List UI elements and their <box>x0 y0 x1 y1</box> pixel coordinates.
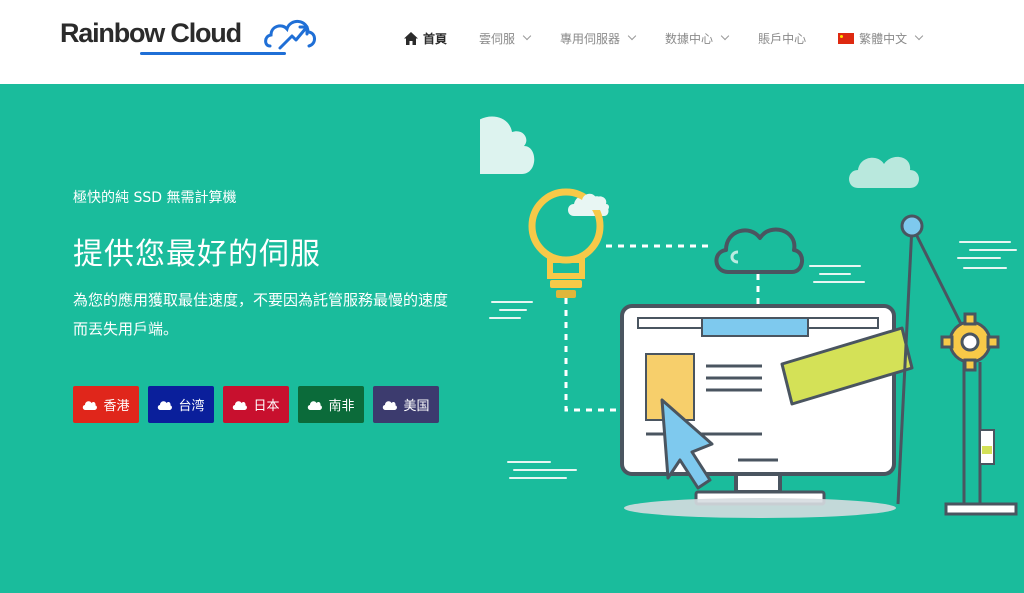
rainbow-cloud-logo[interactable]: Rainbow Cloud <box>60 14 316 58</box>
crane-gear-icon <box>896 214 1018 516</box>
location-button-usa[interactable]: 美国 <box>373 386 439 423</box>
hero-subhead: 極快的純 SSD 無需計算機 <box>73 190 237 206</box>
location-label: 香港 <box>103 399 130 414</box>
hero-description: 為您的應用獲取最佳速度，不要因為託管服務最慢的速度而丟失用戶端。 <box>73 291 449 338</box>
cloud-icon <box>308 401 323 410</box>
site-header: Rainbow Cloud 首頁 雲伺服 專用伺服器 数據中心 賬戶中心 繁體中… <box>0 0 1024 84</box>
chevron-down-icon <box>914 31 924 41</box>
nav-label-dedicated-server: 專用伺服器 <box>560 31 621 46</box>
location-button-hong-kong[interactable]: 香港 <box>73 386 139 423</box>
cloud-icon <box>233 401 248 410</box>
location-label: 美国 <box>403 399 430 414</box>
chevron-down-icon <box>627 31 637 41</box>
cloud-illustration-small <box>849 156 919 188</box>
cloud-icon <box>83 401 98 410</box>
nav-label-data-center: 数據中心 <box>665 31 714 46</box>
chevron-down-icon <box>522 31 532 41</box>
location-button-taiwan[interactable]: 台湾 <box>148 386 214 423</box>
nav-item-cloud-server[interactable]: 雲伺服 <box>479 30 532 47</box>
hero-section: 極快的純 SSD 無需計算機 提供您最好的伺服 為您的應用獲取最佳速度，不要因為… <box>0 84 1024 593</box>
home-icon <box>404 31 418 45</box>
cloud-illustration-large <box>480 116 535 174</box>
cloud-server-icon <box>714 227 804 274</box>
logo-cloud-icon <box>264 20 316 50</box>
cloud-icon <box>158 401 173 410</box>
location-label: 台湾 <box>178 399 205 414</box>
chevron-down-icon <box>720 31 730 41</box>
location-label: 南非 <box>328 399 355 414</box>
location-button-japan[interactable]: 日本 <box>223 386 289 423</box>
nav-label-home: 首頁 <box>423 31 448 46</box>
hero-illustration <box>480 116 1018 518</box>
nav-item-home[interactable]: 首頁 <box>404 30 447 47</box>
location-buttons: 香港 台湾 日本 南非 美国 <box>73 386 448 423</box>
nav-label-language: 繁體中文 <box>859 31 908 46</box>
location-button-south-africa[interactable]: 南非 <box>298 386 364 423</box>
logo-text: Rainbow Cloud <box>60 18 242 48</box>
hero-headline: 提供您最好的伺服 <box>73 237 321 272</box>
nav-item-account[interactable]: 賬戶中心 <box>758 30 806 47</box>
nav-item-language[interactable]: 繁體中文 <box>838 30 924 47</box>
main-nav: 首頁 雲伺服 專用伺服器 数據中心 賬戶中心 繁體中文 <box>404 27 924 49</box>
location-label: 日本 <box>253 399 280 414</box>
nav-label-account: 賬戶中心 <box>758 31 807 46</box>
china-flag-icon <box>838 32 855 44</box>
cloud-icon <box>383 401 398 410</box>
nav-item-dedicated-server[interactable]: 專用伺服器 <box>560 30 637 47</box>
nav-item-data-center[interactable]: 数據中心 <box>665 30 730 47</box>
nav-label-cloud-server: 雲伺服 <box>479 31 516 46</box>
